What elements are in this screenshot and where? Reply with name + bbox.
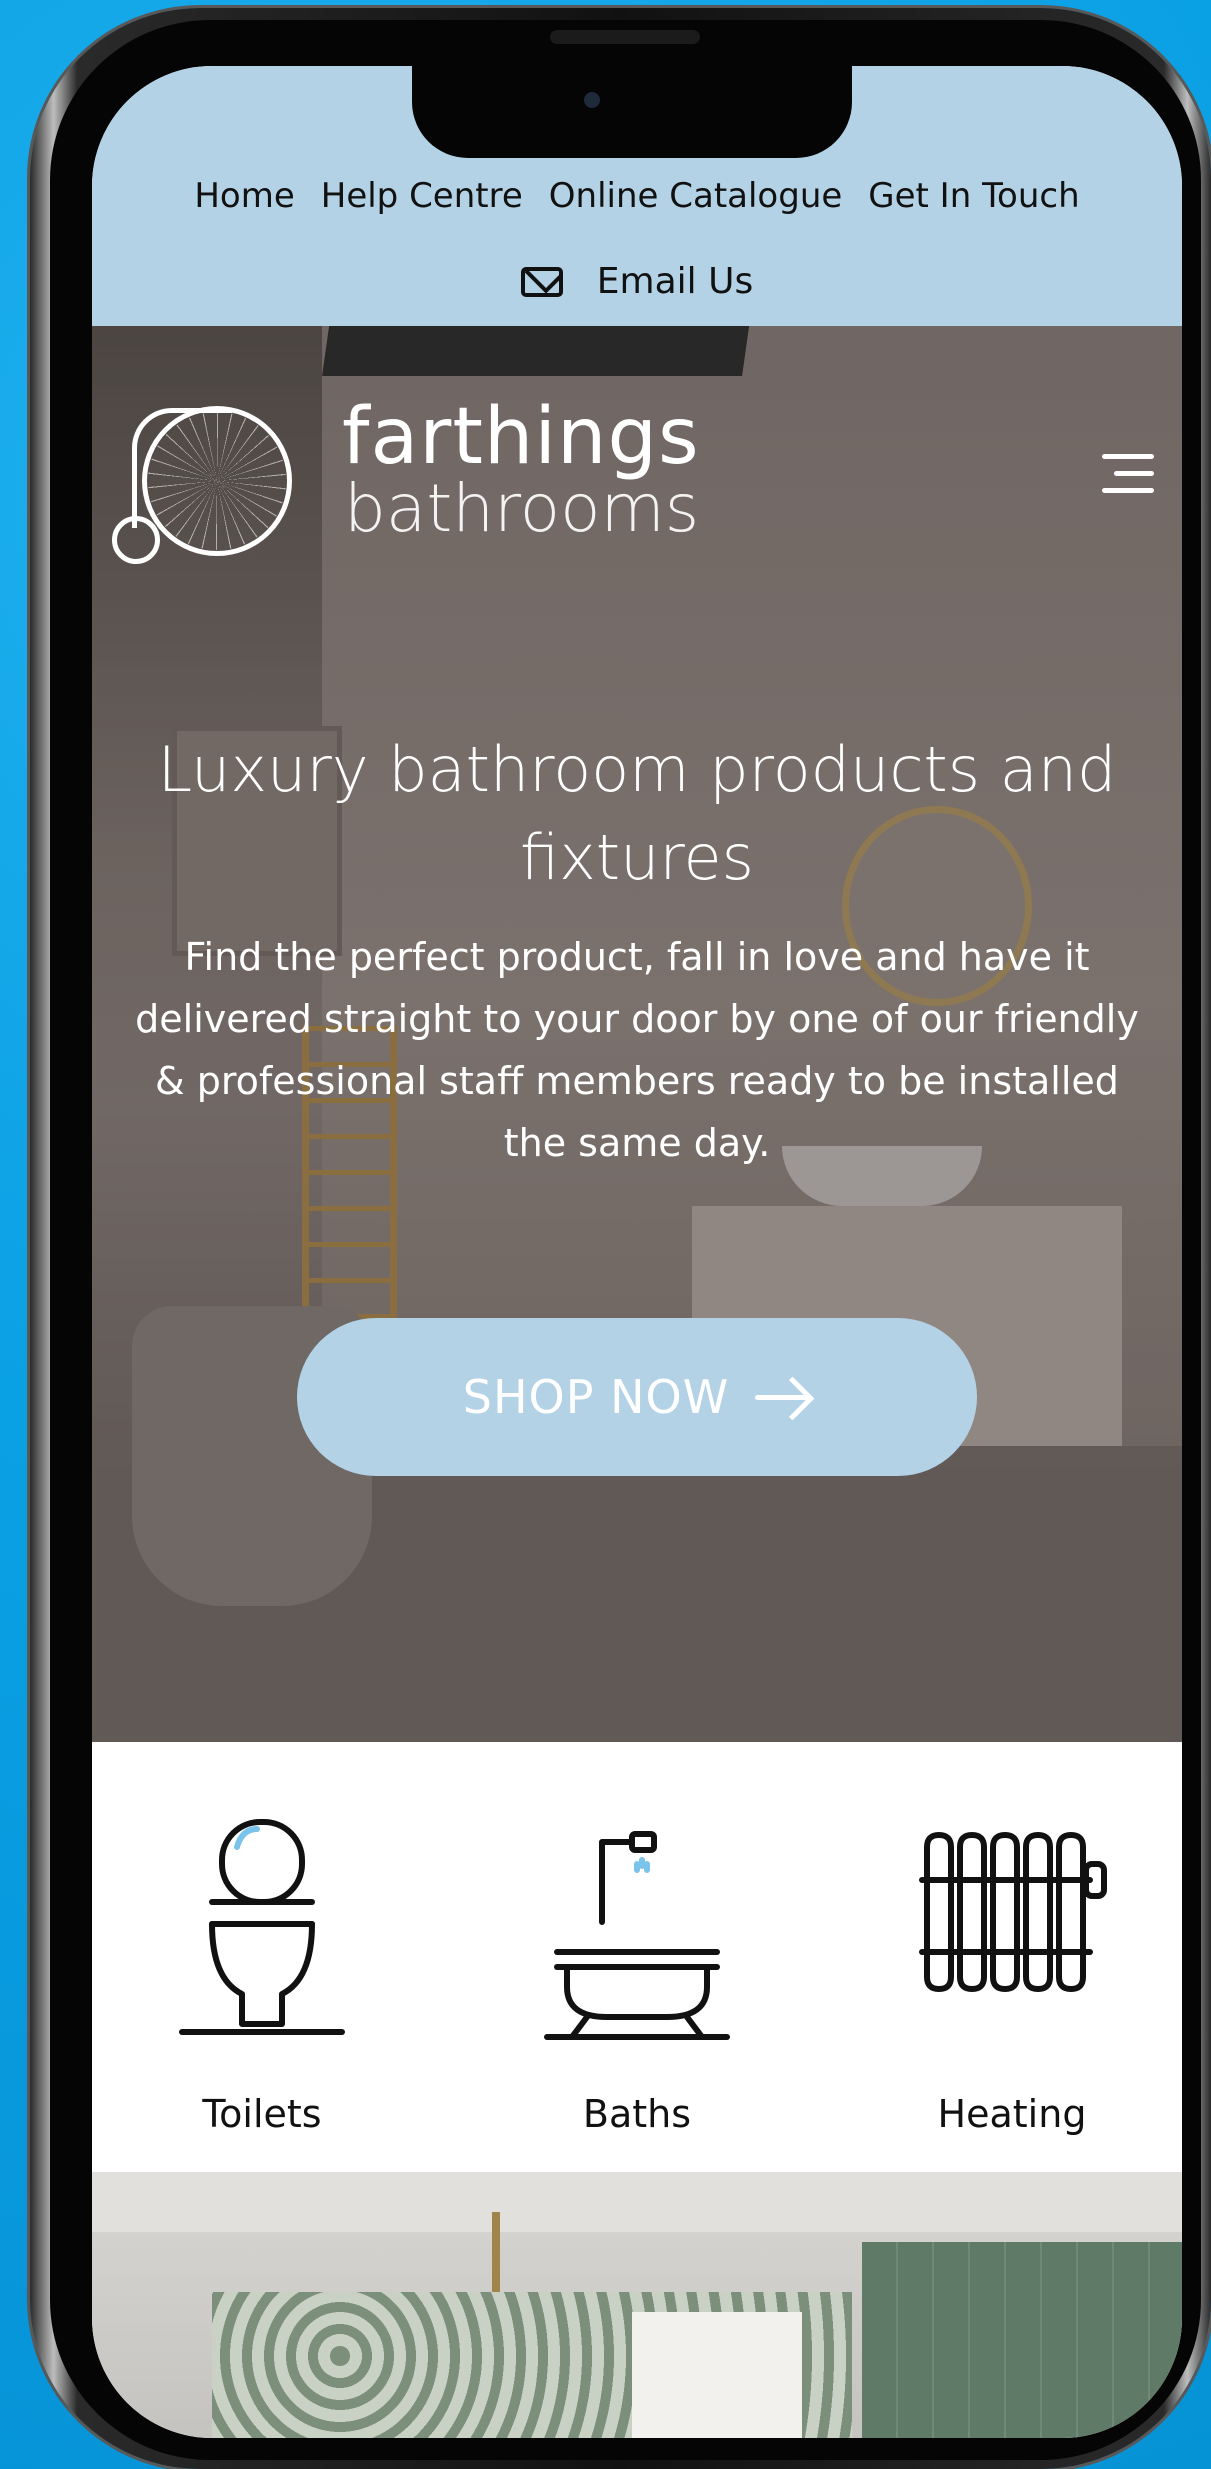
category-baths[interactable]: Baths xyxy=(487,1742,787,2172)
category-toilets[interactable]: Toilets xyxy=(112,1742,412,2172)
toilet-icon xyxy=(179,1819,345,2035)
email-us-label: Email Us xyxy=(596,261,754,302)
phone-notch xyxy=(412,66,852,158)
shop-now-label: SHOP NOW xyxy=(462,1370,730,1424)
shop-now-button[interactable]: SHOP NOW xyxy=(297,1318,977,1476)
phone-screen: Home Help Centre Online Catalogue Get In… xyxy=(92,66,1182,2438)
bath-icon xyxy=(544,1831,730,2040)
envelope-icon xyxy=(520,266,563,297)
category-heating[interactable]: Heating xyxy=(862,1742,1162,2172)
phone-speaker xyxy=(550,30,700,44)
logo-wordmark-line1: farthings xyxy=(342,392,700,482)
site-logo[interactable]: farthings bathrooms xyxy=(112,386,732,566)
category-label: Toilets xyxy=(202,2092,322,2136)
category-label: Baths xyxy=(582,2092,692,2136)
nav-link-home[interactable]: Home xyxy=(194,176,294,216)
nav-links: Home Help Centre Online Catalogue Get In… xyxy=(92,176,1182,216)
nav-link-help-centre[interactable]: Help Centre xyxy=(321,176,523,216)
radiator-icon xyxy=(919,1832,1107,1992)
camera xyxy=(584,92,600,108)
category-label: Heating xyxy=(937,2092,1087,2136)
hero-section: farthings bathrooms Luxury bathroom prod… xyxy=(92,326,1182,1742)
arrow-right-icon xyxy=(755,1377,811,1417)
category-strip: Toilets Baths Heating xyxy=(92,1742,1182,2172)
nav-link-get-in-touch[interactable]: Get In Touch xyxy=(868,176,1079,216)
logo-wordmark-line2: bathrooms xyxy=(344,470,700,547)
hamburger-menu-icon[interactable] xyxy=(1102,454,1154,494)
hero-heading: Luxury bathroom products and fixtures xyxy=(157,733,1117,894)
nav-link-online-catalogue[interactable]: Online Catalogue xyxy=(549,176,843,216)
featured-bathroom-image xyxy=(92,2172,1182,2438)
hero-description: Find the perfect product, fall in love a… xyxy=(135,935,1139,1165)
email-us-link[interactable]: Email Us xyxy=(92,261,1182,302)
